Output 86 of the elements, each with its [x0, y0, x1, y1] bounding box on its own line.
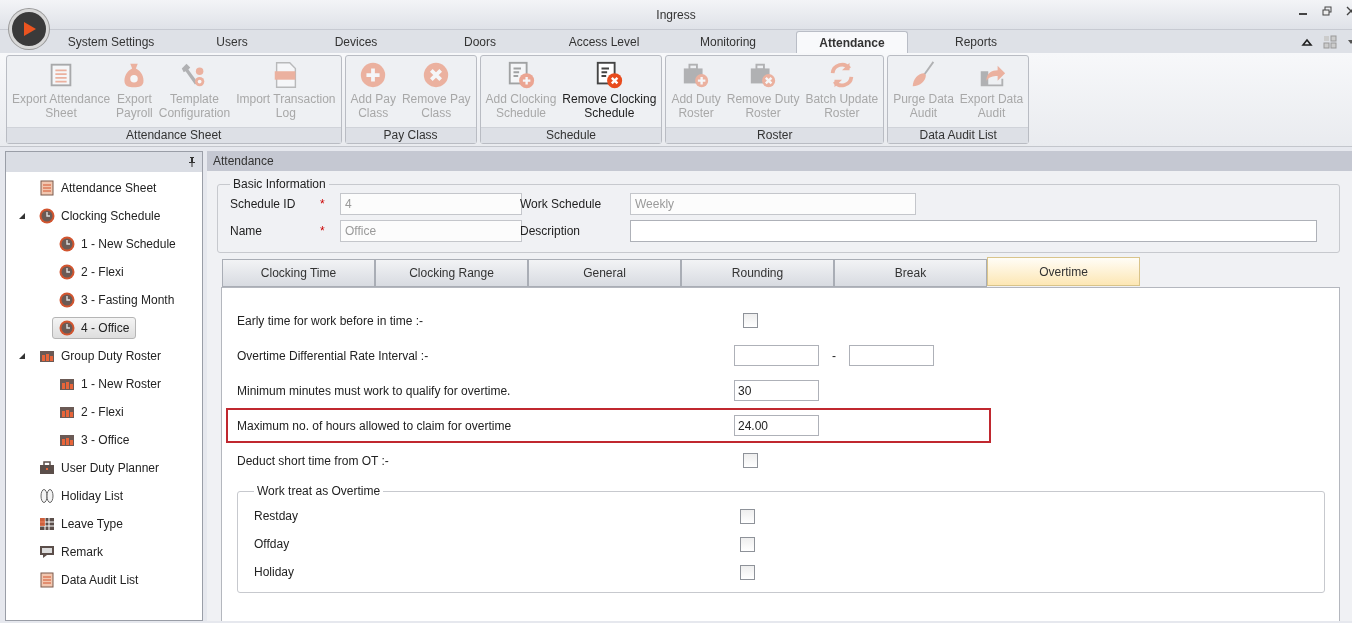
menu-tab[interactable]: Users [170, 31, 294, 53]
briefcase-icon [39, 460, 55, 476]
tree-item[interactable]: 1 - New Roster [52, 373, 169, 395]
option-label: Offday [254, 537, 291, 551]
sandals-icon [39, 488, 55, 504]
clock-icon [59, 264, 75, 280]
tree-item[interactable]: Attendance Sheet [32, 177, 164, 199]
tab[interactable]: Overtime [987, 257, 1140, 286]
menu-tab[interactable]: Doors [418, 31, 542, 53]
option-label: Minimum minutes must work to qualify for overtime. [236, 383, 512, 398]
group-legend: Basic Information [230, 177, 329, 191]
field-label: Schedule ID [230, 197, 296, 211]
expand-arrow-icon[interactable] [18, 212, 26, 220]
tree-item[interactable]: 1 - New Schedule [52, 233, 183, 255]
option-label: Early time for work before in time :- [236, 313, 425, 328]
field-label: Description [520, 224, 581, 238]
tree-item[interactable]: Clocking Schedule [32, 205, 168, 227]
menu-tab[interactable]: Reports [914, 31, 1038, 53]
input-field[interactable]: 24.00 [734, 415, 819, 436]
window-title: Ingress [656, 7, 696, 22]
panel-title: Attendance [213, 154, 274, 168]
pin-icon[interactable] [188, 157, 196, 167]
clock-icon [59, 236, 75, 252]
list-icon [39, 572, 55, 588]
option-label: Restday [254, 509, 300, 523]
group-label: Data Audit List [888, 127, 1029, 143]
option-label: Holiday [254, 565, 296, 579]
group-label: Attendance Sheet [7, 127, 341, 143]
tree-item[interactable]: Holiday List [32, 485, 131, 507]
tree-item[interactable]: 2 - Flexi [52, 401, 131, 423]
menu-tab[interactable]: Devices [294, 31, 418, 53]
restore-icon[interactable] [1322, 6, 1332, 16]
menu-tab[interactable]: System Settings [52, 31, 170, 53]
app-logo-icon[interactable] [9, 9, 49, 49]
menu-tab[interactable]: Access Level [542, 31, 666, 53]
expand-arrow-icon[interactable] [18, 352, 26, 360]
field-label: Work Schedule [520, 197, 602, 211]
tab[interactable]: Break [834, 259, 987, 287]
tab[interactable]: Clocking Time [222, 259, 375, 287]
clock-icon [39, 208, 55, 224]
chevron-up-icon[interactable] [1301, 37, 1313, 47]
menu-tab[interactable]: Attendance [796, 31, 908, 53]
calendar-grid-icon [59, 404, 75, 420]
required-mark: * [320, 224, 325, 238]
option-label: Overtime Differential Rate Interval :- [236, 348, 430, 363]
checkbox[interactable] [740, 508, 755, 524]
group-label: Roster [666, 127, 884, 143]
group-label: Schedule [480, 127, 662, 143]
speech-bubble-icon [39, 544, 55, 560]
checkbox[interactable] [740, 564, 755, 580]
tree-item[interactable]: 3 - Office [52, 429, 137, 451]
range-separator: - [831, 348, 837, 363]
tree-item[interactable]: Data Audit List [32, 569, 146, 591]
tree-item[interactable]: Leave Type [32, 513, 130, 535]
checkbox[interactable] [743, 453, 758, 468]
checkbox[interactable] [740, 536, 755, 552]
input-field[interactable] [630, 220, 1317, 242]
tab[interactable]: Clocking Range [375, 259, 528, 287]
tree-item[interactable]: Group Duty Roster [32, 345, 169, 367]
group-label: Pay Class [345, 127, 476, 143]
option-label: Maximum no. of hours allowed to claim for overtime [236, 418, 513, 433]
field-label: Name [230, 224, 262, 238]
input-field[interactable] [849, 345, 934, 366]
calendar-grid-icon [59, 376, 75, 392]
input-field[interactable] [734, 345, 819, 366]
menu-tab[interactable]: Monitoring [666, 31, 790, 53]
input-field[interactable]: 30 [734, 380, 819, 401]
group-legend: Work treat as Overtime [254, 484, 384, 498]
tree-item[interactable]: 3 - Fasting Month [52, 289, 182, 311]
option-label: Deduct short time from OT :- [236, 453, 390, 468]
tree-item[interactable]: Remark [32, 541, 110, 563]
required-mark: * [320, 197, 325, 211]
tree-item[interactable]: 4 - Office [52, 317, 137, 339]
checkbox[interactable] [743, 313, 758, 328]
tab[interactable]: Rounding [681, 259, 834, 287]
grid-icon [39, 516, 55, 532]
calendar-grid-icon [39, 348, 55, 364]
tree-item[interactable]: 2 - Flexi [52, 261, 131, 283]
calendar-grid-icon [59, 432, 75, 448]
tree-item[interactable]: User Duty Planner [32, 457, 167, 479]
document-cross-icon [594, 60, 625, 90]
ribbon-button[interactable]: Remove Clocking Schedule [559, 56, 660, 127]
tab[interactable]: General [528, 259, 681, 287]
clipboard-icon [39, 180, 55, 196]
clock-icon [59, 292, 75, 308]
clock-icon [59, 320, 75, 336]
